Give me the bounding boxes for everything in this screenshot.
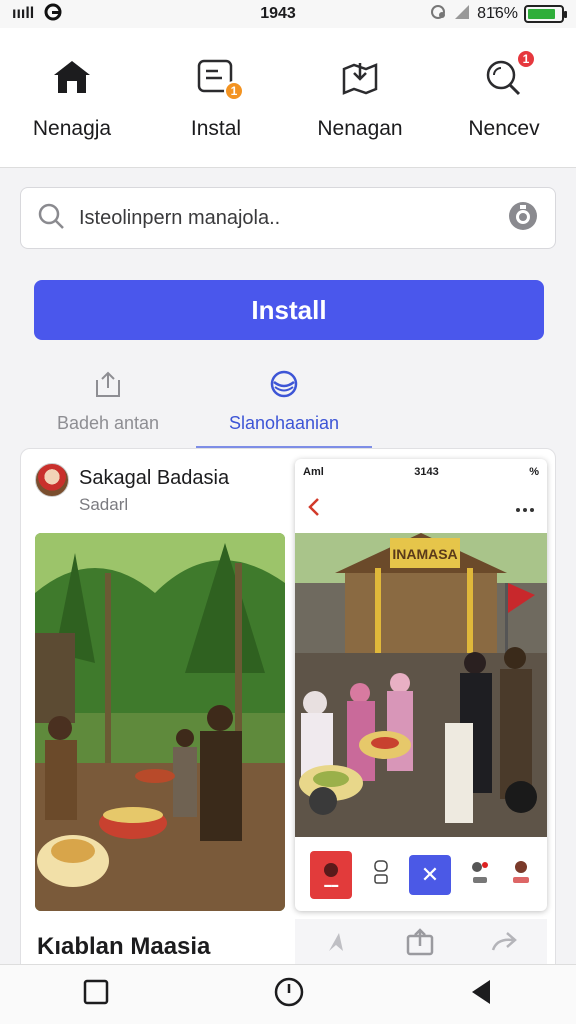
phone-toolbar [295,485,547,533]
signal-text: ıııll [12,5,35,22]
post-header: Sakagal Badasia Sadarl [35,463,229,515]
signal-strength-icon [453,4,471,25]
sync-icon [429,3,447,26]
phone-battery: % [529,466,539,478]
install-button[interactable]: Install [34,280,544,340]
phone-time: 3143 [414,466,439,478]
nav-label-search: Nencev [468,116,540,140]
phone-preview-card[interactable]: Aml 3143 % INAMASA ▬▬ ✕ [295,459,547,911]
sign-text: INAMASA [392,546,457,562]
phone-status-bar: Aml 3143 % [295,459,547,485]
search-icon: 1 [482,48,536,99]
map-icon [338,55,382,99]
nav-label-home: Nenagja [32,116,112,140]
status-time: 1943 [260,5,296,22]
avatar[interactable] [35,463,69,497]
search-bar[interactable] [20,187,556,249]
recents-icon[interactable] [82,978,110,1011]
post-photo[interactable] [35,533,285,911]
search-icon [37,202,65,235]
phone-dock: ▬▬ ✕ [295,839,547,911]
tab-share[interactable]: Badeh antan [20,356,196,448]
top-nav: Nenagja 1 Instal Nenagan 1 Nencev [0,28,576,168]
mic-icon[interactable] [507,200,539,237]
post-caption: Kıablan Maasia [37,933,211,960]
forward-arrow-icon[interactable] [491,930,519,959]
phone-photo[interactable]: INAMASA [295,533,547,837]
globe-icon [269,370,299,403]
install-icon: 1 [194,55,244,101]
battery-text: 81̄6% [477,5,518,22]
status-left: ıııll [12,3,172,26]
phone-carrier: Aml [303,466,324,478]
post-subtitle: Sadarl [79,495,129,514]
dock-camera-icon[interactable] [371,859,391,892]
status-right: 81̄6% [384,3,567,26]
nav-item-install[interactable]: 1 Instal [144,28,288,167]
home-button-icon[interactable] [273,976,305,1013]
nav-item-home[interactable]: Nenagja [0,28,144,167]
post-author[interactable]: Sakagal Badasia [79,463,229,493]
install-badge: 1 [224,80,244,101]
dock-app-red[interactable]: ▬▬ [310,851,353,899]
dock-close-button[interactable]: ✕ [408,855,451,895]
tab-globe[interactable]: Slanohaanian [196,356,372,448]
search-input[interactable] [79,206,493,230]
flag-icon[interactable] [323,929,349,960]
dock-people-icon[interactable] [469,859,491,892]
more-icon[interactable] [515,500,535,518]
share-icon [93,370,123,403]
post-card: Sakagal Badasia Sadarl Aml 3143 % INAMAS… [20,448,556,978]
tab-share-label: Badeh antan [56,413,160,433]
nav-label-map: Nenagan [317,116,403,140]
system-nav-bar [0,964,576,1024]
battery-icon [524,5,567,23]
nav-item-map[interactable]: Nenagan [288,28,432,167]
search-badge: 1 [516,48,536,69]
app-logo-icon [42,3,64,26]
card-actions [295,919,547,969]
dock-avatar-icon[interactable] [510,859,532,892]
share-icon[interactable] [405,927,435,961]
nav-label-install: Instal [190,116,242,140]
tab-globe-label: Slanohaanian [228,413,340,433]
home-icon [50,55,94,99]
sub-tabs: Badeh antan Slanohaanian [20,356,556,448]
status-bar: ıııll 1943 81̄6% [0,0,576,28]
back-icon[interactable] [468,978,494,1011]
nav-item-search[interactable]: 1 Nencev [432,28,576,167]
back-arrow-icon[interactable] [307,497,321,522]
